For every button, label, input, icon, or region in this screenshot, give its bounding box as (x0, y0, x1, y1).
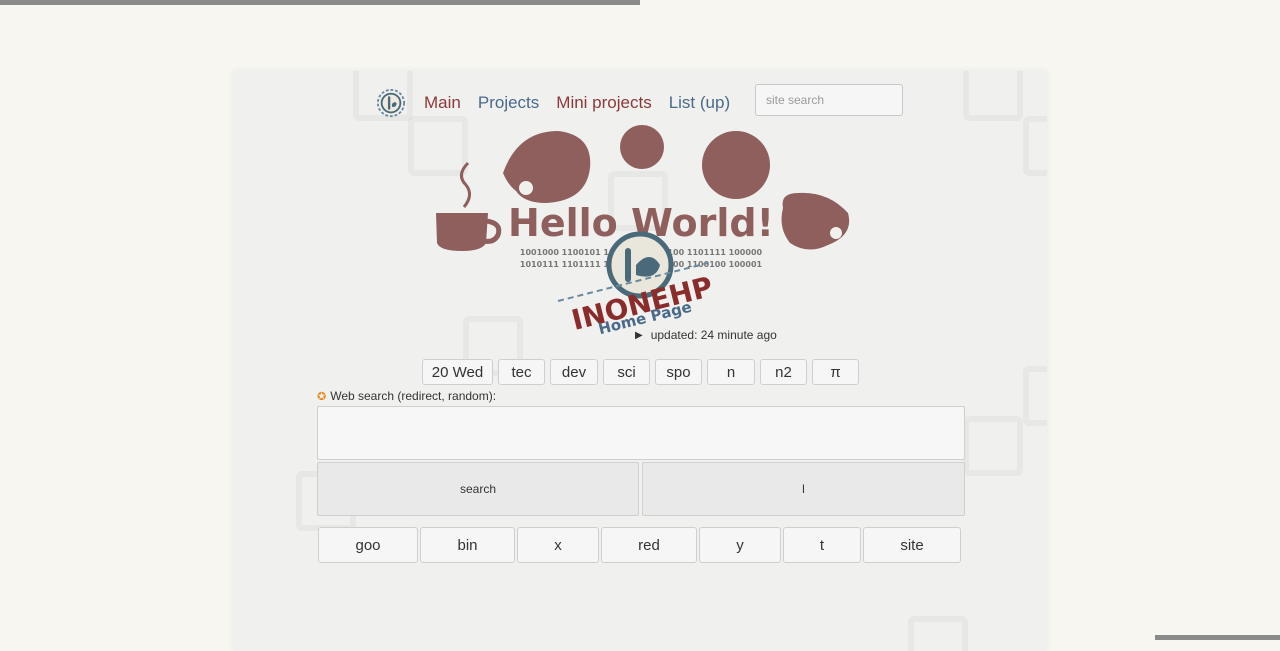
site-search-input[interactable] (755, 84, 903, 116)
hello-world-banner: Hello World! 1001000 1100101 1101100 110… (436, 125, 850, 338)
coffee-cup-icon (436, 161, 502, 251)
web-search-label-text: Web search (redirect, random): (330, 389, 497, 403)
lucky-button[interactable]: l (642, 462, 965, 516)
engine-button-x[interactable]: x (517, 527, 599, 563)
blob-shape (503, 131, 591, 203)
tab-tec[interactable]: tec (498, 359, 545, 385)
top-nav: Main Projects Mini projects List (up) (376, 83, 747, 123)
blob-shape (781, 192, 850, 250)
blob-circle (620, 125, 664, 169)
tab-20-wed[interactable]: 20 Wed (422, 359, 493, 385)
engine-button-site[interactable]: site (863, 527, 961, 563)
web-search-input[interactable] (317, 406, 965, 460)
site-logo-icon[interactable] (376, 88, 406, 118)
web-search-label: ✪ Web search (redirect, random): (317, 389, 496, 403)
tab-sci[interactable]: sci (603, 359, 650, 385)
background-square (1023, 116, 1047, 176)
main-panel: Main Projects Mini projects List (up) He… (233, 71, 1047, 651)
blob-circle (702, 131, 770, 199)
tab-n2[interactable]: n2 (760, 359, 807, 385)
tab-pi[interactable]: π (812, 359, 859, 385)
updated-toggle[interactable]: ▶ updated: 24 minute ago (635, 328, 777, 342)
scroll-progress-bar (0, 0, 640, 5)
engine-button-goo[interactable]: goo (318, 527, 418, 563)
engine-button-red[interactable]: red (601, 527, 697, 563)
background-square (963, 416, 1023, 476)
background-square (963, 71, 1023, 121)
category-tabs: 20 Wed tec dev sci spo n n2 π (422, 359, 864, 385)
triangle-right-icon: ▶ (635, 329, 643, 341)
search-button[interactable]: search (317, 462, 639, 516)
bottom-scroll-bar (1155, 635, 1280, 640)
engine-button-bin[interactable]: bin (420, 527, 515, 563)
tab-spo[interactable]: spo (655, 359, 702, 385)
nav-link-list-up[interactable]: List (up) (669, 93, 730, 113)
tab-n[interactable]: n (707, 359, 755, 385)
tab-dev[interactable]: dev (550, 359, 598, 385)
nav-link-projects[interactable]: Projects (478, 93, 539, 113)
search-engine-buttons: goo bin x red y t site (318, 527, 963, 563)
engine-button-t[interactable]: t (783, 527, 861, 563)
gear-icon: ✪ (317, 390, 327, 403)
engine-button-y[interactable]: y (699, 527, 781, 563)
background-square (1023, 366, 1047, 426)
nav-link-mini-projects[interactable]: Mini projects (556, 93, 651, 113)
updated-text: updated: 24 minute ago (650, 328, 777, 342)
nav-link-main[interactable]: Main (424, 93, 461, 113)
background-square (908, 616, 968, 651)
